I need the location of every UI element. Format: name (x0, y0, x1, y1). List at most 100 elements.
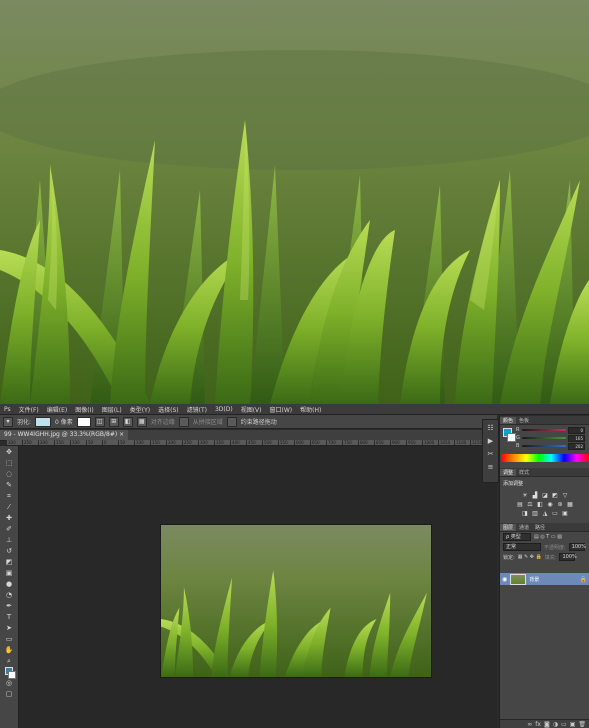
mode-button[interactable]: ◫ (94, 416, 105, 427)
menu-filter[interactable]: 滤镜(T) (183, 405, 211, 414)
curves-icon[interactable]: ◪ (542, 492, 549, 499)
tab-paths[interactable]: 路径 (532, 524, 548, 531)
folder-icon[interactable]: ▭ (561, 721, 567, 728)
invert-icon[interactable]: ◨ (522, 510, 529, 517)
history-brush-icon[interactable]: ↺ (4, 546, 14, 556)
menu-file[interactable]: 文件(F) (15, 405, 43, 414)
document-tab[interactable]: 99 - WW4IGHH.jpg @ 33.3%(RGB/8#) × (0, 430, 129, 440)
color-spectrum[interactable] (501, 454, 589, 462)
properties-panel-icon[interactable]: ≡ (486, 462, 496, 472)
tab-styles[interactable]: 样式 (516, 469, 532, 476)
layer-row[interactable]: ◉ 背景 🔒 (500, 573, 589, 585)
close-icon[interactable]: × (119, 431, 124, 438)
tab-layers[interactable]: 图层 (500, 523, 517, 531)
color-swatches-icon[interactable] (4, 667, 16, 679)
blur-tool-icon[interactable]: ● (4, 579, 14, 589)
new-layer-icon[interactable]: ▣ (570, 721, 576, 728)
blend-mode-select[interactable]: 正常 (503, 543, 541, 551)
eraser-tool-icon[interactable]: ◩ (4, 557, 14, 567)
document-image[interactable] (161, 525, 431, 677)
feather-input[interactable] (76, 416, 91, 427)
align-checkbox[interactable] (178, 416, 189, 427)
hue-icon[interactable]: ▤ (517, 501, 524, 508)
adjustment-icon[interactable]: ◑ (553, 721, 558, 728)
tab-swatches[interactable]: 色板 (516, 417, 532, 424)
quick-mask-icon[interactable]: ◎ (4, 678, 14, 688)
dodge-tool-icon[interactable]: ◔ (4, 590, 14, 600)
hand-tool-icon[interactable]: ✋ (4, 645, 14, 655)
menu-layer[interactable]: 图层(L) (98, 405, 126, 414)
tab-color[interactable]: 颜色 (500, 416, 517, 424)
menu-view[interactable]: 视图(V) (237, 405, 266, 414)
b-value[interactable]: 202 (568, 442, 585, 450)
lookup-icon[interactable]: ▦ (567, 501, 574, 508)
move-tool-icon[interactable]: ✥ (4, 447, 14, 457)
menu-3d[interactable]: 3D(D) (211, 406, 237, 413)
tools-panel: ✥ ⬚ ◌ ✎ ⌗ ⁄ ✚ ✐ ⊥ ↺ ◩ ▣ ● ◔ ✒ T ➤ ▭ ✋ ⌕ … (0, 446, 19, 728)
menu-help[interactable]: 帮助(H) (296, 405, 325, 414)
swatch-field[interactable] (35, 416, 52, 427)
background-color[interactable] (507, 433, 516, 442)
zoom-tool-icon[interactable]: ⌕ (4, 656, 14, 666)
g-track[interactable] (522, 437, 566, 439)
vibrance-icon[interactable]: ▽ (562, 492, 569, 499)
mode-button-3[interactable]: ◧ (122, 416, 133, 427)
fx-icon[interactable]: fx (535, 721, 541, 728)
menu-select[interactable]: 选择(S) (154, 405, 183, 414)
ps-logo-icon[interactable]: Ps (0, 406, 15, 413)
threshold-icon[interactable]: ◮ (542, 510, 549, 517)
exposure-icon[interactable]: ◩ (552, 492, 559, 499)
mode-button-4[interactable]: ▦ (136, 416, 147, 427)
eyedropper-tool-icon[interactable]: ⁄ (4, 502, 14, 512)
opacity-input[interactable]: 100% (568, 543, 586, 551)
r-value[interactable]: 0 (568, 426, 585, 434)
gradient-tool-icon[interactable]: ▣ (4, 568, 14, 578)
filter-icons[interactable]: ▤ ◎ T ▭ ▧ (534, 534, 562, 540)
b-track[interactable] (522, 445, 566, 447)
g-value[interactable]: 165 (568, 434, 585, 442)
link-icon[interactable]: ∞ (527, 721, 532, 728)
tool-preset-icon[interactable]: ▾ (3, 416, 13, 427)
bw-icon[interactable]: ◧ (537, 501, 544, 508)
marquee-tool-icon[interactable]: ⬚ (4, 458, 14, 468)
pen-tool-icon[interactable]: ✒ (4, 601, 14, 611)
lock-icons[interactable]: ▦ ✎ ✥ 🔒 (518, 554, 542, 560)
brightness-icon[interactable]: ☀ (522, 492, 529, 499)
quick-select-tool-icon[interactable]: ✎ (4, 480, 14, 490)
heal-tool-icon[interactable]: ✚ (4, 513, 14, 523)
crop-tool-icon[interactable]: ⌗ (4, 491, 14, 501)
selective-color-icon[interactable]: ▣ (562, 510, 569, 517)
history-panel-icon[interactable]: ☷ (486, 423, 496, 433)
lasso-tool-icon[interactable]: ◌ (4, 469, 14, 479)
trash-icon[interactable]: 🗑 (578, 721, 586, 728)
mode-button-2[interactable]: ⊞ (108, 416, 119, 427)
photo-filter-icon[interactable]: ◉ (547, 501, 554, 508)
layer-kind-select[interactable]: ρ 类型 (503, 533, 531, 541)
fill-input[interactable]: 100% (559, 553, 577, 561)
r-track[interactable] (522, 429, 566, 431)
canvas-area[interactable] (19, 446, 497, 728)
tools-preset-icon[interactable]: ✂ (486, 449, 496, 459)
mask-icon[interactable]: ◙ (544, 721, 550, 728)
constrain-checkbox[interactable] (226, 416, 237, 427)
actions-panel-icon[interactable]: ▶ (486, 436, 496, 446)
tab-channels[interactable]: 通道 (516, 524, 532, 531)
mixer-icon[interactable]: ⊛ (557, 501, 564, 508)
brush-tool-icon[interactable]: ✐ (4, 524, 14, 534)
path-select-tool-icon[interactable]: ➤ (4, 623, 14, 633)
posterize-icon[interactable]: ▥ (532, 510, 539, 517)
visibility-eye-icon[interactable]: ◉ (502, 576, 507, 583)
levels-icon[interactable]: ▟ (532, 492, 539, 499)
menu-window[interactable]: 窗口(W) (266, 405, 297, 414)
tab-adjustments[interactable]: 调整 (500, 468, 517, 476)
stamp-tool-icon[interactable]: ⊥ (4, 535, 14, 545)
screen-mode-icon[interactable]: ▢ (4, 689, 14, 699)
menu-edit[interactable]: 编辑(E) (43, 405, 71, 414)
type-tool-icon[interactable]: T (4, 612, 14, 622)
menu-type[interactable]: 类型(Y) (126, 405, 154, 414)
adjust-row-2: ▤ ⚖ ◧ ◉ ⊛ ▦ (500, 501, 589, 508)
gradient-map-icon[interactable]: ▭ (552, 510, 559, 517)
shape-tool-icon[interactable]: ▭ (4, 634, 14, 644)
balance-icon[interactable]: ⚖ (527, 501, 534, 508)
menu-image[interactable]: 图像(I) (71, 405, 97, 414)
